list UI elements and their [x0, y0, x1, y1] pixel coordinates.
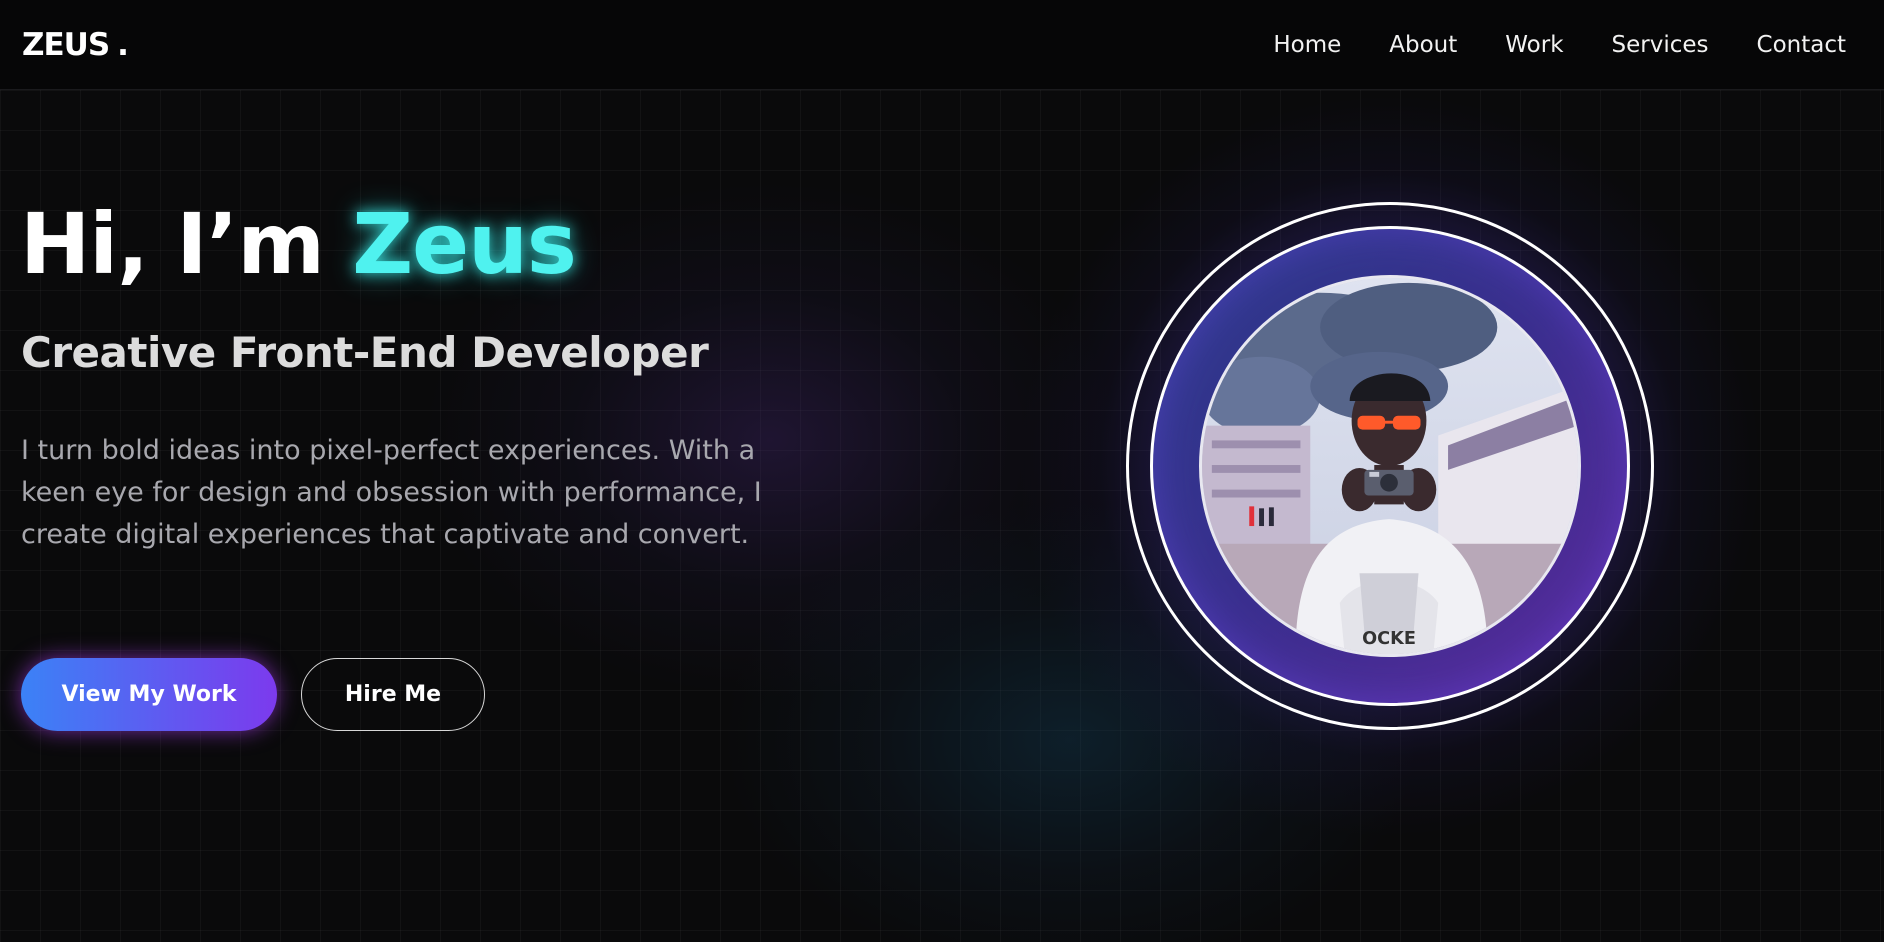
hero-name: Zeus — [352, 195, 577, 293]
nav-link-services[interactable]: Services — [1612, 32, 1709, 58]
hero-description: I turn bold ideas into pixel-perfect exp… — [21, 435, 762, 550]
profile-photo: OCKE — [1199, 275, 1581, 657]
nav-link-contact[interactable]: Contact — [1757, 32, 1846, 58]
nav-link-about[interactable]: About — [1389, 32, 1457, 58]
nav-link-home[interactable]: Home — [1273, 32, 1341, 58]
logo-dot: . — [117, 26, 129, 63]
hero-subtitle: Creative Front-End Developer — [21, 328, 709, 377]
site-header: ZEUS. Home About Work Services Contact — [0, 0, 1884, 90]
hero-greeting: Hi, I’m — [20, 195, 353, 293]
profile-portrait: OCKE — [1016, 92, 1764, 840]
profile-photo-image: OCKE — [1202, 278, 1578, 654]
main-nav: Home About Work Services Contact — [1273, 32, 1846, 58]
logo[interactable]: ZEUS. — [22, 26, 129, 63]
nav-link-work[interactable]: Work — [1505, 32, 1563, 58]
hero-title: Hi, I’m Zeus — [20, 195, 577, 293]
view-my-work-button[interactable]: View My Work — [21, 658, 277, 731]
logo-text: ZEUS — [22, 26, 110, 63]
hire-me-button[interactable]: Hire Me — [301, 658, 485, 731]
svg-text:OCKE: OCKE — [1362, 629, 1416, 649]
